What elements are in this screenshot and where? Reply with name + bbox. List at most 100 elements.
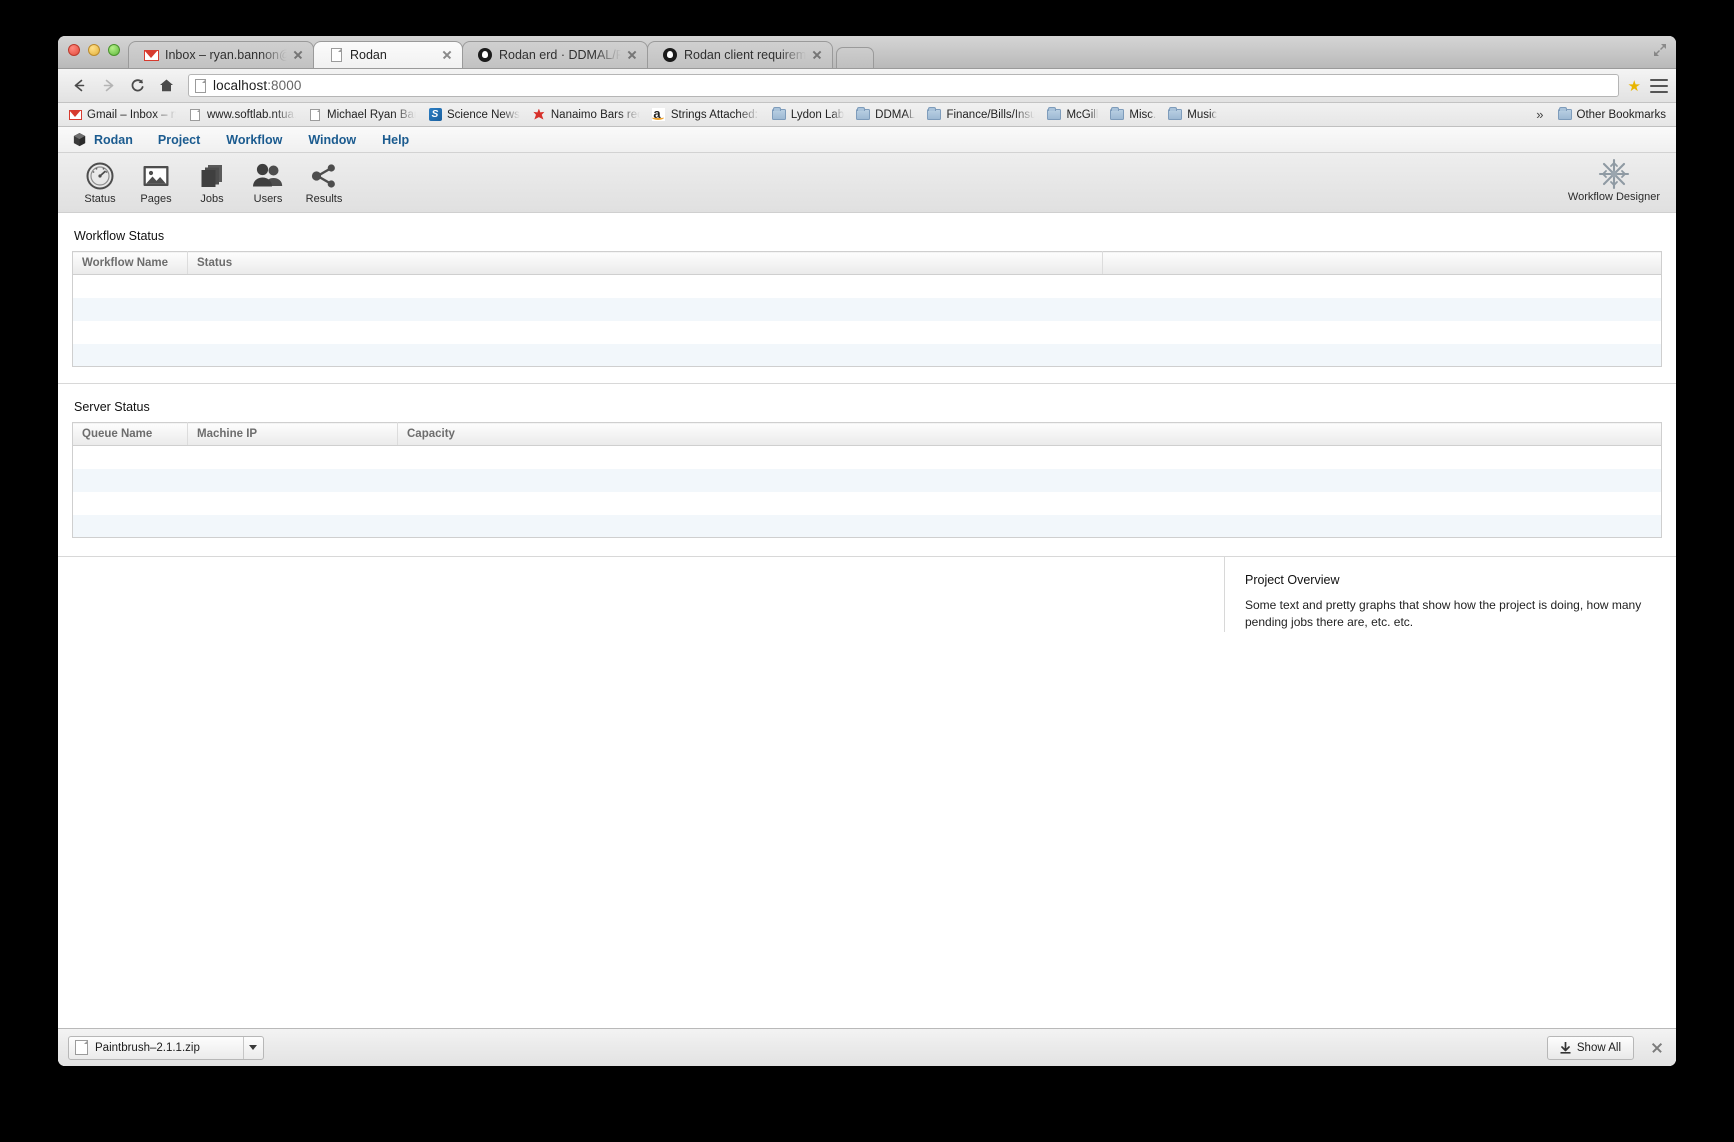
fullscreen-icon[interactable]: [1652, 42, 1668, 58]
toolbar-button-users[interactable]: Users: [240, 161, 296, 205]
new-tab-button[interactable]: [836, 47, 874, 68]
address-bar[interactable]: localhost:8000: [188, 74, 1619, 97]
show-all-downloads-button[interactable]: Show All: [1546, 1035, 1634, 1060]
reload-button[interactable]: [124, 73, 150, 99]
bookmark-strings-attached[interactable]: Strings Attached: Th: [646, 106, 766, 123]
cell: [73, 469, 188, 492]
table-row[interactable]: [72, 468, 1662, 492]
download-item[interactable]: Paintbrush–2.1.1.zip: [68, 1035, 264, 1060]
app-brand[interactable]: Rodan: [72, 132, 145, 147]
bookmark-science-news[interactable]: Science News: [422, 106, 526, 123]
page-content: Rodan Project Workflow Window Help Statu…: [58, 127, 1676, 1066]
folder-icon: [856, 107, 871, 120]
bookmarks-overflow-button[interactable]: »: [1528, 107, 1551, 122]
cell: [1103, 298, 1662, 321]
bookmark-label: www.softlab.ntua.gr: [207, 108, 296, 121]
file-icon: [75, 1040, 88, 1055]
close-icon[interactable]: [291, 48, 305, 62]
stack-icon: [197, 161, 227, 191]
users-icon: [252, 161, 284, 191]
table-row[interactable]: [72, 274, 1662, 298]
table-row[interactable]: [72, 343, 1662, 367]
bookmark-gmail[interactable]: Gmail – Inbox – ryan: [62, 107, 182, 123]
bookmark-label: Nanaimo Bars recipe: [550, 108, 640, 121]
folder-icon: [771, 107, 786, 120]
bookmark-michael-ryan-bannon[interactable]: Michael Ryan Bannon: [302, 107, 422, 123]
menu-item-window[interactable]: Window: [295, 133, 369, 147]
back-button[interactable]: [66, 73, 92, 99]
bookmark-nanaimo-bars[interactable]: Nanaimo Bars recipe: [526, 107, 646, 123]
page-info-icon: [195, 78, 206, 93]
toolbar-button-status[interactable]: Status: [72, 161, 128, 205]
tab-title: Inbox – ryan.bannon@gma: [165, 48, 287, 62]
bookmark-star-icon[interactable]: ★: [1628, 77, 1641, 95]
table-row[interactable]: [72, 514, 1662, 538]
minimize-window-button[interactable]: [88, 44, 100, 56]
column-header-blank[interactable]: [1102, 251, 1662, 275]
main-content: Workflow Status Workflow Name Status Ser…: [58, 213, 1676, 1028]
toolbar-label: Users: [253, 192, 283, 205]
toolbar-button-pages[interactable]: Pages: [128, 161, 184, 205]
bookmark-label: DDMAL: [875, 108, 916, 121]
bookmark-softlab[interactable]: www.softlab.ntua.gr: [182, 107, 302, 123]
workflow-status-table: Workflow Name Status: [72, 251, 1662, 367]
workflow-designer-button[interactable]: Workflow Designer: [1567, 158, 1660, 203]
app-toolbar: Status Pages Jobs Users Results Workflow…: [58, 153, 1676, 213]
cell: [398, 492, 1662, 515]
bookmark-music[interactable]: Music: [1162, 107, 1223, 123]
column-header-capacity[interactable]: Capacity: [397, 422, 1662, 446]
chevron-down-icon[interactable]: [243, 1036, 261, 1059]
close-icon[interactable]: [625, 48, 639, 62]
close-window-button[interactable]: [68, 44, 80, 56]
cell: [188, 492, 398, 515]
cell: [1103, 275, 1662, 298]
workflow-designer-label: Workflow Designer: [1567, 191, 1660, 203]
maximize-window-button[interactable]: [108, 44, 120, 56]
column-header-workflow-name[interactable]: Workflow Name: [72, 251, 188, 275]
bookmark-other-bookmarks[interactable]: Other Bookmarks: [1552, 107, 1672, 123]
column-header-machine-ip[interactable]: Machine IP: [187, 422, 398, 446]
table-row[interactable]: [72, 297, 1662, 321]
browser-tab-inbox[interactable]: Inbox – ryan.bannon@gma: [128, 41, 314, 68]
browser-tab-rodan[interactable]: Rodan: [313, 41, 463, 68]
project-overview-title: Project Overview: [1245, 573, 1340, 587]
toolbar-button-results[interactable]: Results: [296, 161, 352, 205]
menu-item-workflow[interactable]: Workflow: [213, 133, 295, 147]
folder-icon: [1047, 107, 1062, 120]
table-row[interactable]: [72, 320, 1662, 344]
bookmark-finance[interactable]: Finance/Bills/Insuran: [921, 107, 1041, 123]
cell: [188, 298, 1103, 321]
github-icon: [662, 47, 678, 63]
forward-button[interactable]: [95, 73, 121, 99]
maple-leaf-icon: [532, 108, 546, 121]
bookmark-mcgill[interactable]: McGill: [1041, 107, 1104, 123]
table-row[interactable]: [72, 491, 1662, 515]
download-file-name: Paintbrush–2.1.1.zip: [95, 1041, 200, 1054]
browser-tab-rodan-erd[interactable]: Rodan erd · DDMAL/Rodan: [462, 41, 648, 68]
close-icon[interactable]: [810, 48, 824, 62]
chrome-menu-icon[interactable]: [1650, 78, 1668, 93]
close-icon[interactable]: [440, 48, 454, 62]
column-header-status[interactable]: Status: [187, 251, 1103, 275]
cell: [73, 321, 188, 344]
browser-tab-rodan-client-requirements[interactable]: Rodan client requirements: [647, 41, 833, 68]
cell: [73, 515, 188, 538]
omnibox-url: localhost:8000: [213, 78, 302, 93]
bookmark-misc[interactable]: Misc.: [1104, 107, 1162, 123]
cell: [1103, 344, 1662, 367]
toolbar-label: Pages: [140, 192, 172, 205]
column-header-queue-name[interactable]: Queue Name: [72, 422, 188, 446]
folder-icon: [1168, 107, 1183, 120]
bookmark-lydon-lab[interactable]: Lydon Lab: [766, 107, 850, 123]
home-button[interactable]: [153, 73, 179, 99]
menu-item-help[interactable]: Help: [369, 133, 422, 147]
server-status-section: Server Status Queue Name Machine IP Capa…: [58, 384, 1676, 538]
app-brand-label: Rodan: [94, 132, 133, 147]
bookmark-ddmal[interactable]: DDMAL: [850, 107, 921, 123]
menu-item-project[interactable]: Project: [145, 133, 213, 147]
bookmark-label: Lydon Lab: [790, 108, 845, 121]
toolbar-button-jobs[interactable]: Jobs: [184, 161, 240, 205]
close-download-bar-icon[interactable]: [1648, 1039, 1666, 1057]
table-row[interactable]: [72, 445, 1662, 469]
cell: [1103, 321, 1662, 344]
